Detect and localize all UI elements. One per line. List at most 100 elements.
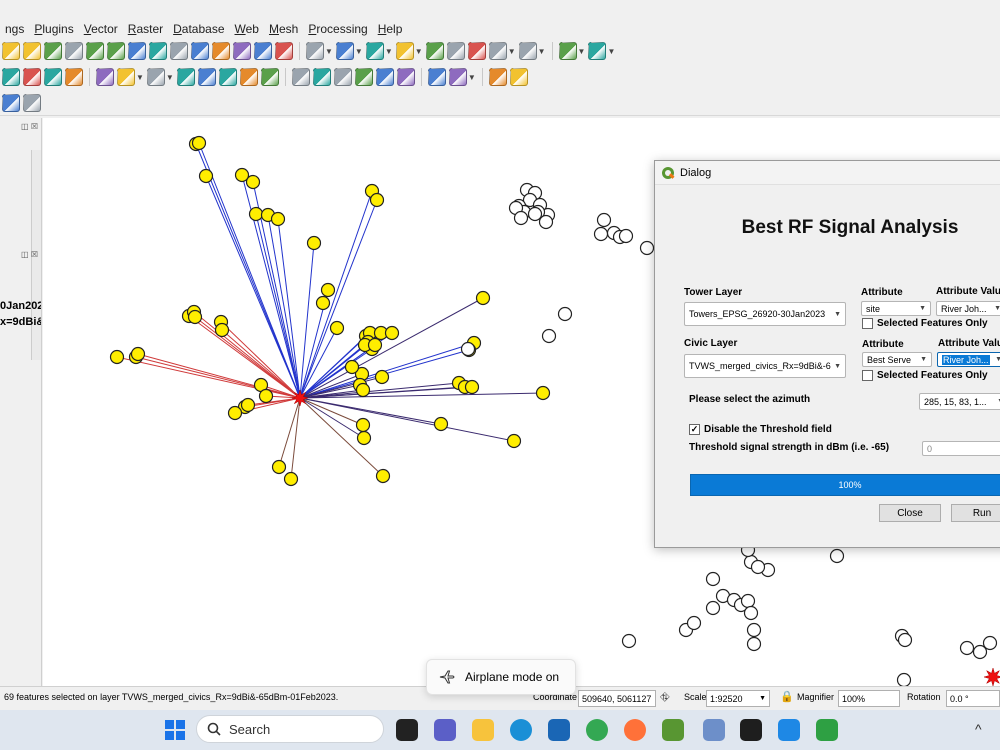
chevron-down-icon[interactable]: ▼	[355, 47, 363, 56]
info-icon[interactable]	[2, 93, 20, 112]
checkmark-icon[interactable]: ✓	[689, 424, 700, 435]
highlight-label-icon[interactable]	[333, 68, 352, 86]
task-view-icon[interactable]	[396, 719, 418, 741]
zoom-last-icon[interactable]	[170, 42, 188, 60]
run-button[interactable]: Run	[951, 504, 1000, 522]
chrome-icon[interactable]	[586, 719, 608, 741]
azimuth-select[interactable]: 285, 15, 83, 1...▼	[919, 393, 1000, 410]
edge-icon[interactable]	[510, 719, 532, 741]
zoom-native-icon[interactable]	[149, 42, 167, 60]
layer-name-fragment[interactable]: x=9dBi&	[0, 316, 41, 328]
map-tips-icon[interactable]	[558, 42, 577, 60]
firefox-icon[interactable]	[624, 719, 646, 741]
add-point-icon[interactable]	[65, 68, 83, 86]
pin-label-icon[interactable]	[312, 68, 331, 86]
layer-name-fragment[interactable]: 0Jan202	[0, 300, 41, 312]
settings-icon[interactable]	[588, 42, 607, 60]
store-icon[interactable]	[548, 719, 570, 741]
disable-threshold-checkbox[interactable]: ✓ Disable the Threshold field	[689, 424, 832, 435]
tower-selected-only-checkbox[interactable]: Selected Features Only	[862, 318, 988, 329]
menu-processing[interactable]: Processing	[303, 22, 372, 36]
civic-selected-only-checkbox[interactable]: Selected Features Only	[862, 370, 988, 381]
chevron-down-icon[interactable]: ▼	[415, 47, 423, 56]
rotation-field[interactable]: 0.0 °	[946, 690, 1000, 707]
taskbar-search[interactable]: Search	[196, 715, 384, 743]
field-calculator-icon[interactable]	[446, 42, 465, 60]
threshold-input[interactable]: 0	[922, 441, 1000, 456]
scale-select[interactable]: 1:92520 ▼	[706, 690, 770, 707]
script-icon[interactable]	[488, 68, 507, 86]
menu-raster[interactable]: Raster	[123, 22, 168, 36]
identify-icon[interactable]	[395, 42, 414, 60]
menu-vector[interactable]: Vector	[79, 22, 123, 36]
python-icon[interactable]	[427, 68, 446, 86]
undo-icon[interactable]	[239, 68, 258, 86]
chevron-down-icon[interactable]: ▼	[166, 73, 174, 82]
plugin-icon[interactable]	[448, 68, 467, 86]
zoom-selection-icon[interactable]	[107, 42, 125, 60]
cut-icon[interactable]	[176, 68, 195, 86]
tower-attribute-value-select[interactable]: River Joh... ▼	[936, 301, 1000, 316]
teams-icon[interactable]	[434, 719, 456, 741]
pan-icon[interactable]	[2, 42, 20, 60]
paste-icon[interactable]	[218, 68, 237, 86]
vertex-tool-icon[interactable]	[96, 68, 114, 86]
app-d-icon[interactable]	[816, 719, 838, 741]
zoom-next-icon[interactable]	[191, 42, 209, 60]
move-feature-icon[interactable]	[117, 68, 135, 86]
save-edits-icon[interactable]	[44, 68, 62, 86]
dialog-titlebar[interactable]: Dialog	[655, 161, 1000, 185]
close-button[interactable]: Close	[879, 504, 941, 522]
select-by-value-icon[interactable]	[335, 42, 354, 60]
calendar-icon[interactable]	[703, 719, 725, 741]
terminal-icon[interactable]	[740, 719, 762, 741]
label-icon[interactable]	[291, 68, 310, 86]
civic-layer-select[interactable]: TVWS_merged_civics_Rx=9dBi&-6 ▼	[684, 354, 846, 378]
windows-start-icon[interactable]	[164, 719, 186, 741]
open-table-icon[interactable]	[488, 42, 507, 60]
tower-layer-select[interactable]: Towers_EPSG_26920-30Jan2023 ▼	[684, 302, 846, 326]
menu-mesh[interactable]: Mesh	[264, 22, 303, 36]
civic-attribute-select[interactable]: Best Serve ▼	[862, 352, 932, 367]
menu-database[interactable]: Database	[168, 22, 229, 36]
select-features-icon[interactable]	[306, 42, 324, 60]
pan-to-selection-icon[interactable]	[23, 42, 41, 60]
menu-ngs[interactable]: ngs	[0, 22, 29, 36]
menu-plugins[interactable]: Plugins	[29, 22, 78, 36]
checkbox-box[interactable]	[862, 370, 873, 381]
show-bookmarks-icon[interactable]	[233, 42, 251, 60]
menu-help[interactable]: Help	[373, 22, 408, 36]
rotate-label-icon[interactable]	[375, 68, 394, 86]
toggle-extents-icon[interactable]: ⛗	[660, 690, 670, 705]
chevron-down-icon[interactable]: ▼	[468, 73, 476, 82]
zoom-layer-icon[interactable]	[128, 42, 146, 60]
lock-icon[interactable]: 🔒	[780, 690, 794, 703]
show-hidden-icons-icon[interactable]: ^	[975, 721, 982, 737]
label-properties-icon[interactable]	[354, 68, 373, 86]
redo-icon[interactable]	[260, 68, 279, 86]
digitize-icon[interactable]	[2, 68, 20, 86]
vscode-icon[interactable]	[778, 719, 800, 741]
chevron-down-icon[interactable]: ▼	[325, 47, 333, 56]
panel-float-close-icon[interactable]: ◫ ☒	[21, 250, 38, 259]
temporal-icon[interactable]	[254, 42, 272, 60]
coordinate-field[interactable]: 509640, 5061127	[578, 690, 656, 707]
tower-attribute-select[interactable]: site ▼	[861, 301, 931, 316]
file-explorer-icon[interactable]	[472, 719, 494, 741]
zoom-out-icon[interactable]	[65, 42, 83, 60]
deselect-icon[interactable]	[365, 42, 384, 60]
help-icon[interactable]	[509, 68, 528, 86]
delete-selected-icon[interactable]	[146, 68, 165, 86]
refresh-icon[interactable]	[275, 42, 293, 60]
edit-pencil-icon[interactable]	[23, 68, 41, 86]
chevron-down-icon[interactable]: ▼	[578, 47, 586, 56]
chevron-down-icon[interactable]: ▼	[508, 47, 516, 56]
menu-web[interactable]: Web	[230, 22, 264, 36]
civic-attribute-value-select[interactable]: River Joh... ▼	[937, 352, 1000, 367]
new-bookmark-icon[interactable]	[212, 42, 230, 60]
magnifier-field[interactable]: 100%	[838, 690, 900, 707]
zoom-full-icon[interactable]	[86, 42, 104, 60]
chevron-down-icon[interactable]: ▼	[607, 47, 615, 56]
checkbox-box[interactable]	[862, 318, 873, 329]
statistics-icon[interactable]	[467, 42, 486, 60]
